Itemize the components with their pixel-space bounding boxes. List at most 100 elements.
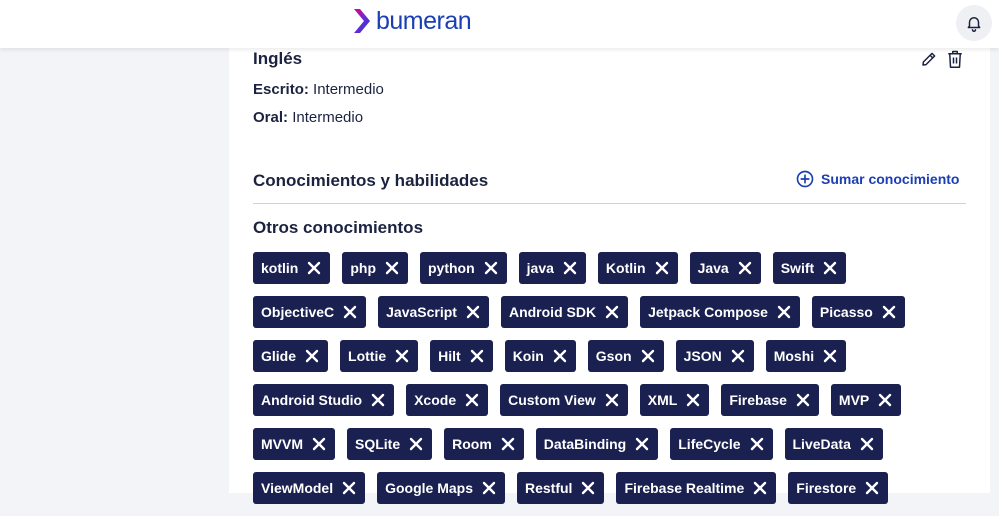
remove-skill-close-icon[interactable] [466, 305, 480, 319]
skill-chip-label: DataBinding [543, 436, 627, 452]
remove-skill-close-icon[interactable] [371, 393, 385, 407]
add-skill-button[interactable]: Sumar conocimiento [796, 170, 959, 188]
remove-skill-close-icon[interactable] [305, 349, 319, 363]
remove-skill-close-icon[interactable] [307, 261, 321, 275]
remove-skill-close-icon[interactable] [563, 261, 577, 275]
remove-skill-close-icon[interactable] [470, 349, 484, 363]
skill-chip-label: LiveData [792, 436, 851, 452]
skill-chip-label: Lottie [348, 348, 387, 364]
skill-chip: DataBinding [535, 428, 659, 460]
remove-skill-close-icon[interactable] [465, 393, 479, 407]
skill-chip: Kotlin [597, 252, 678, 284]
plus-circle-icon [796, 170, 814, 188]
skill-chip-label: ViewModel [261, 480, 334, 496]
skill-chip-label: kotlin [261, 260, 299, 276]
brand-logo[interactable]: bumeran [352, 6, 472, 36]
skill-chip-label: Restful [525, 480, 573, 496]
brand-name: bumeran [376, 7, 472, 35]
skill-chip-label: MVP [838, 392, 870, 408]
skill-chip-label: JSON [683, 348, 722, 364]
skill-chip: Room [444, 428, 524, 460]
skill-chip: python [420, 252, 507, 284]
other-skills-title: Otros conocimientos [253, 218, 424, 237]
written-label: Escrito: [253, 81, 309, 98]
remove-skill-close-icon[interactable] [385, 261, 399, 275]
remove-skill-close-icon[interactable] [731, 349, 745, 363]
language-title: Inglés [253, 49, 303, 68]
skill-chip-label: Android SDK [508, 304, 597, 320]
bell-icon [967, 17, 981, 32]
skill-chip-label: XML [647, 392, 678, 408]
skill-chip: Firebase Realtime [616, 472, 777, 504]
skill-chip-label: Room [452, 436, 492, 452]
notifications-button[interactable] [956, 5, 992, 41]
remove-skill-close-icon[interactable] [605, 305, 619, 319]
remove-skill-close-icon[interactable] [655, 261, 669, 275]
remove-skill-close-icon[interactable] [823, 261, 837, 275]
skill-chip: Custom View [500, 384, 628, 416]
skill-chip: ViewModel [253, 472, 366, 504]
skill-chip-label: Firebase [729, 392, 787, 408]
skill-chip-list: kotlin php python java Kotlin Java Swift Object… [253, 252, 973, 516]
written-value: Intermedio [313, 81, 384, 98]
remove-skill-close-icon[interactable] [395, 349, 409, 363]
remove-skill-close-icon[interactable] [796, 393, 810, 407]
skill-chip-label: python [428, 260, 475, 276]
skill-chip: JavaScript [378, 296, 489, 328]
skill-chip-label: Custom View [508, 392, 596, 408]
remove-skill-close-icon[interactable] [860, 437, 874, 451]
skill-chip-row: ObjectiveC JavaScript Android SDK Jetpack C… [253, 296, 973, 328]
remove-skill-close-icon[interactable] [738, 261, 752, 275]
skill-chip: Glide [253, 340, 329, 372]
remove-skill-close-icon[interactable] [312, 437, 326, 451]
delete-language-button[interactable] [945, 49, 965, 69]
skill-chip: Firestore [788, 472, 889, 504]
skill-chip-label: Google Maps [385, 480, 473, 496]
edit-language-button[interactable] [919, 49, 939, 69]
skill-chip-label: Jetpack Compose [648, 304, 768, 320]
skill-chip-label: JavaScript [386, 304, 457, 320]
skill-chip: Koin [504, 340, 576, 372]
skill-chip: kotlin [253, 252, 331, 284]
oral-level: Oral: Intermedio [253, 109, 363, 126]
skill-chip-label: Java [697, 260, 729, 276]
remove-skill-close-icon[interactable] [635, 437, 649, 451]
skill-chip: java [518, 252, 586, 284]
remove-skill-close-icon[interactable] [605, 393, 619, 407]
skill-chip-label: Picasso [819, 304, 873, 320]
skill-chip-label: Firestore [796, 480, 857, 496]
remove-skill-close-icon[interactable] [484, 261, 498, 275]
skill-chip-label: SQLite [355, 436, 401, 452]
skill-chip-label: Firebase Realtime [624, 480, 745, 496]
skill-chip-row: ViewModel Google Maps Restful Firebase Real… [253, 472, 973, 504]
remove-skill-close-icon[interactable] [686, 393, 700, 407]
top-bar: bumeran [0, 0, 999, 48]
skill-chip: LifeCycle [670, 428, 773, 460]
skill-chip: Restful [517, 472, 605, 504]
remove-skill-close-icon[interactable] [882, 305, 896, 319]
skill-chip: Gson [587, 340, 664, 372]
language-actions [919, 49, 965, 69]
skill-chip: Java [689, 252, 761, 284]
skill-chip-label: Android Studio [261, 392, 363, 408]
skill-chip-label: php [350, 260, 376, 276]
skill-chip-label: Xcode [414, 392, 457, 408]
add-skill-label: Sumar conocimiento [821, 171, 960, 187]
remove-skill-close-icon[interactable] [409, 437, 423, 451]
remove-skill-close-icon[interactable] [823, 349, 837, 363]
remove-skill-close-icon[interactable] [553, 349, 567, 363]
remove-skill-close-icon[interactable] [777, 305, 791, 319]
remove-skill-close-icon[interactable] [501, 437, 515, 451]
remove-skill-close-icon[interactable] [878, 393, 892, 407]
skill-chip-label: Gson [595, 348, 632, 364]
remove-skill-close-icon[interactable] [641, 349, 655, 363]
skill-chip: LiveData [784, 428, 883, 460]
written-level: Escrito: Intermedio [253, 81, 384, 98]
oral-label: Oral: [253, 109, 289, 126]
remove-skill-close-icon[interactable] [750, 437, 764, 451]
remove-skill-close-icon[interactable] [343, 305, 357, 319]
skill-chip-label: Moshi [773, 348, 815, 364]
skill-chip: Swift [772, 252, 847, 284]
skills-section-title: Conocimientos y habilidades [253, 171, 489, 190]
skill-chip-label: MVVM [261, 436, 303, 452]
